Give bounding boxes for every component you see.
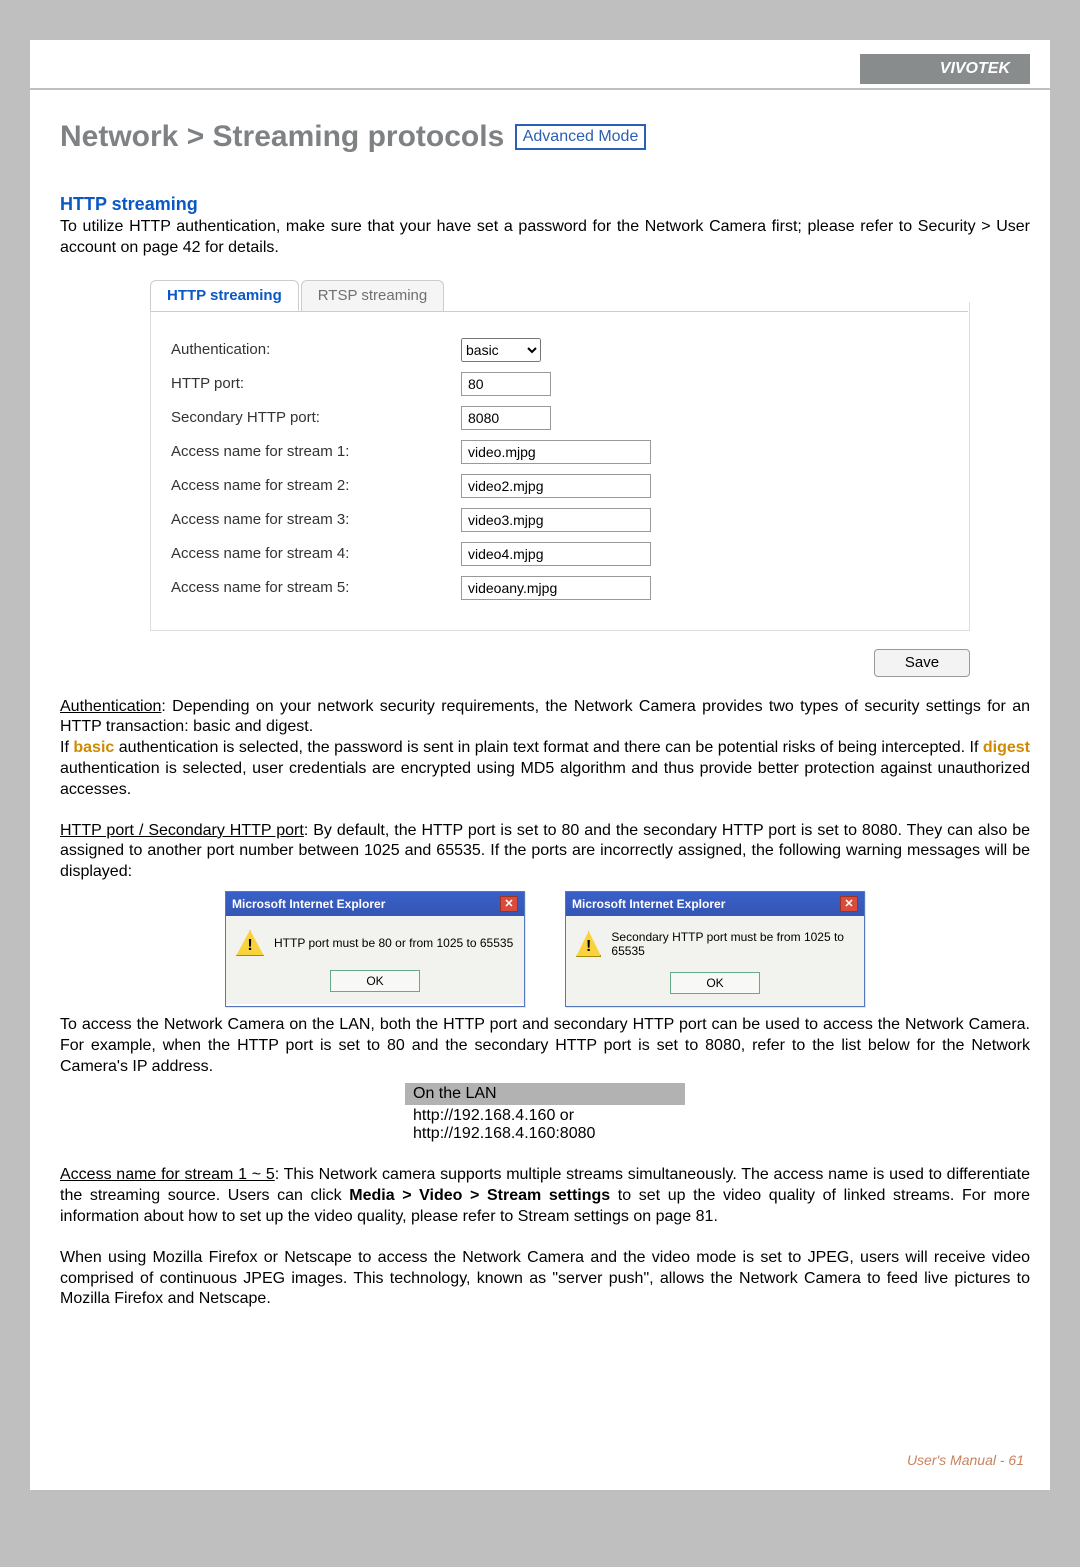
http-streaming-heading: HTTP streaming (60, 194, 1030, 215)
stream5-input[interactable] (461, 576, 651, 600)
stream2-label: Access name for stream 2: (171, 477, 461, 494)
warning-icon: ! (236, 930, 264, 956)
stream4-input[interactable] (461, 542, 651, 566)
stream4-label: Access name for stream 4: (171, 545, 461, 562)
save-button[interactable]: Save (874, 649, 970, 677)
auth-label: Authentication: (171, 341, 461, 358)
warning-icon: ! (576, 931, 601, 957)
http-streaming-panel: HTTP streaming RTSP streaming Authentica… (150, 302, 970, 631)
lan-line1: http://192.168.4.160 or (413, 1107, 677, 1125)
warning-dialog-http-port: Microsoft Internet Explorer ✕ ! HTTP por… (225, 891, 525, 1007)
dialog-message: HTTP port must be 80 or from 1025 to 655… (274, 936, 513, 950)
footer-page-label: User's Manual - 61 (907, 1452, 1024, 1468)
warning-dialog-secondary-port: Microsoft Internet Explorer ✕ ! Secondar… (565, 891, 865, 1007)
stream3-input[interactable] (461, 508, 651, 532)
dialog-message: Secondary HTTP port must be from 1025 to… (611, 930, 854, 958)
http-port-label: HTTP port: (171, 375, 461, 392)
stream2-input[interactable] (461, 474, 651, 498)
stream3-label: Access name for stream 3: (171, 511, 461, 528)
ok-button[interactable]: OK (670, 972, 760, 994)
intro-paragraph: To utilize HTTP authentication, make sur… (60, 217, 1030, 259)
port-paragraph: HTTP port / Secondary HTTP port: By defa… (60, 821, 1030, 883)
page-title: Network > Streaming protocols (60, 120, 504, 154)
lan-paragraph: To access the Network Camera on the LAN,… (60, 1015, 1030, 1077)
stream1-input[interactable] (461, 440, 651, 464)
tab-http-streaming[interactable]: HTTP streaming (150, 280, 299, 311)
stream1-label: Access name for stream 1: (171, 443, 461, 460)
firefox-paragraph: When using Mozilla Firefox or Netscape t… (60, 1248, 1030, 1310)
authentication-paragraph: Authentication: Depending on your networ… (60, 697, 1030, 801)
secondary-http-port-input[interactable] (461, 406, 551, 430)
advanced-mode-badge: Advanced Mode (515, 124, 647, 150)
dialog-title: Microsoft Internet Explorer (572, 897, 725, 911)
authentication-select[interactable]: basic (461, 338, 541, 362)
lan-line2: http://192.168.4.160:8080 (413, 1125, 677, 1143)
lan-header: On the LAN (405, 1083, 685, 1105)
dialog-title: Microsoft Internet Explorer (232, 897, 385, 911)
close-icon[interactable]: ✕ (840, 896, 858, 912)
ok-button[interactable]: OK (330, 970, 420, 992)
secondary-http-port-label: Secondary HTTP port: (171, 409, 461, 426)
access-name-paragraph: Access name for stream 1 ~ 5: This Netwo… (60, 1165, 1030, 1227)
http-port-input[interactable] (461, 372, 551, 396)
close-icon[interactable]: ✕ (500, 896, 518, 912)
lan-address-box: On the LAN http://192.168.4.160 or http:… (405, 1083, 685, 1145)
stream5-label: Access name for stream 5: (171, 579, 461, 596)
tab-rtsp-streaming[interactable]: RTSP streaming (301, 280, 445, 311)
brand-label: VIVOTEK (860, 54, 1030, 84)
